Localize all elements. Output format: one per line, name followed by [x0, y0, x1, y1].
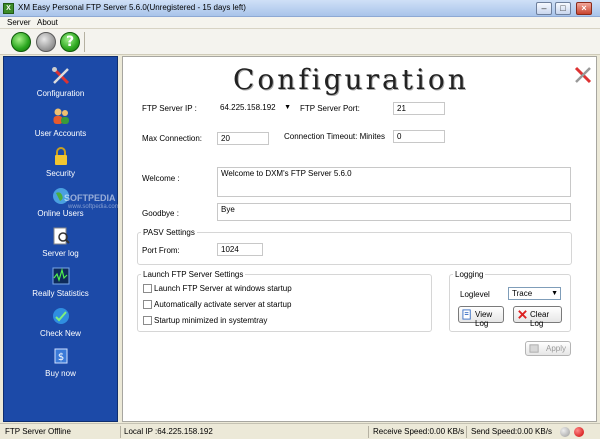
- watermark: SOFTPEDIA: [64, 193, 116, 203]
- sidebar-item-label: User Accounts: [34, 129, 87, 138]
- clear-log-button[interactable]: Clear Log: [513, 306, 562, 328]
- chevron-down-icon: ▼: [551, 290, 558, 297]
- status-bar: FTP Server Offline Local IP :64.225.158.…: [0, 423, 600, 439]
- check-new-icon: [52, 308, 69, 324]
- minimize-button[interactable]: –: [536, 2, 552, 15]
- server-status: FTP Server Offline: [5, 427, 71, 436]
- sidebar-item-label: Check New: [40, 329, 81, 338]
- view-log-button[interactable]: View Log: [458, 306, 504, 328]
- buy-icon: $: [54, 348, 67, 364]
- ftp-ip-value: 64.225.158.192: [220, 103, 276, 112]
- sidebar-item-label: Security: [46, 169, 75, 178]
- start-server-button[interactable]: [11, 32, 31, 52]
- window-title: XM Easy Personal FTP Server 5.6.0(Unregi…: [18, 3, 246, 12]
- sidebar-item-user-accounts[interactable]: User Accounts: [4, 106, 117, 138]
- sidebar-item-label: Online Users: [37, 209, 84, 218]
- chevron-down-icon: ▼: [284, 104, 291, 111]
- sidebar-item-configuration[interactable]: Configuration: [4, 66, 117, 98]
- log-magnifier-icon: [53, 227, 70, 245]
- stop-server-button[interactable]: [36, 32, 56, 52]
- auto-activate-checkbox[interactable]: [143, 300, 152, 309]
- logging-title: Logging: [453, 270, 486, 279]
- goodbye-field[interactable]: Bye: [217, 203, 571, 221]
- start-minimized-label: Startup minimized in systemtray: [154, 316, 268, 325]
- send-speed-status: Send Speed:0.00 KB/s: [471, 427, 552, 436]
- title-bar: X XM Easy Personal FTP Server 5.6.0(Unre…: [0, 0, 600, 17]
- clear-log-label: Clear Log: [530, 310, 550, 328]
- sidebar-item-label: Configuration: [36, 89, 85, 98]
- launch-at-startup-checkbox[interactable]: [143, 284, 152, 293]
- auto-activate-label: Automatically activate server at startup: [154, 300, 292, 309]
- sidebar-item-label: Server log: [42, 249, 79, 258]
- sidebar-item-check-new[interactable]: Check New: [4, 306, 117, 338]
- app-icon: X: [3, 3, 14, 14]
- idle-led-icon: [560, 427, 570, 437]
- welcome-field[interactable]: Welcome to DXM's FTP Server 5.6.0: [217, 167, 571, 197]
- timeout-label: Connection Timeout: Minites: [284, 132, 385, 141]
- sidebar-item-security[interactable]: Security: [4, 146, 117, 178]
- page-title: Configuration: [233, 63, 469, 96]
- menu-server[interactable]: Server: [7, 18, 31, 27]
- port-from-label: Port From:: [142, 246, 180, 255]
- ftp-port-label: FTP Server Port:: [300, 104, 360, 113]
- local-ip-status: Local IP :64.225.158.192: [124, 427, 213, 436]
- goodbye-label: Goodbye :: [142, 209, 179, 218]
- close-button[interactable]: ×: [576, 2, 592, 15]
- loglevel-value: Trace: [512, 289, 533, 298]
- launch-settings-group: Launch FTP Server Settings Launch FTP Se…: [137, 270, 432, 332]
- toolbar-separator: [84, 32, 85, 52]
- clear-log-icon: [518, 310, 527, 319]
- pasv-title: PASV Settings: [141, 228, 197, 237]
- launch-title: Launch FTP Server Settings: [141, 270, 246, 279]
- tools-icon: [574, 66, 592, 84]
- welcome-label: Welcome :: [142, 174, 180, 183]
- logging-group: Logging Loglevel Trace ▼ View Log Clear …: [449, 270, 571, 332]
- tools-icon: [51, 67, 69, 85]
- apply-button[interactable]: Apply: [525, 341, 571, 356]
- maximize-button[interactable]: □: [555, 2, 571, 15]
- timeout-field[interactable]: 0: [393, 130, 445, 143]
- sidebar: Configuration User Accounts Security Onl…: [3, 56, 120, 422]
- loglevel-label: Loglevel: [460, 290, 490, 299]
- offline-led-icon: [574, 427, 584, 437]
- help-button[interactable]: ?: [60, 32, 80, 52]
- loglevel-select[interactable]: Trace ▼: [508, 287, 561, 300]
- ftp-ip-select[interactable]: 64.225.158.192 ▼: [217, 102, 293, 115]
- apply-label: Apply: [546, 344, 567, 353]
- statistics-icon: [52, 267, 69, 285]
- pasv-group: PASV Settings Port From: 1024: [137, 228, 572, 265]
- menu-bar: Server About: [0, 17, 600, 29]
- status-divider: [120, 426, 121, 438]
- sidebar-item-server-log[interactable]: Server log: [4, 226, 117, 258]
- start-minimized-checkbox[interactable]: [143, 316, 152, 325]
- toolbar: ?: [0, 29, 600, 55]
- max-connection-field[interactable]: 20: [217, 132, 269, 145]
- ftp-port-field[interactable]: 21: [393, 102, 445, 115]
- watermark-url: www.softpedia.com: [68, 204, 120, 210]
- sidebar-item-label: Really Statistics: [32, 289, 89, 298]
- lock-icon: [54, 147, 67, 165]
- ftp-ip-label: FTP Server IP :: [142, 104, 197, 113]
- svg-text:$: $: [57, 352, 63, 363]
- sidebar-item-buy-now[interactable]: $ Buy now: [4, 346, 117, 378]
- view-log-icon: [462, 309, 471, 320]
- receive-speed-status: Receive Speed:0.00 KB/s: [373, 427, 465, 436]
- sidebar-item-really-statistics[interactable]: Really Statistics: [4, 266, 117, 298]
- status-divider: [466, 426, 467, 438]
- configuration-panel: Configuration FTP Server IP : 64.225.158…: [122, 56, 597, 422]
- apply-icon: [529, 344, 539, 353]
- port-from-field[interactable]: 1024: [217, 243, 263, 256]
- menu-about[interactable]: About: [37, 18, 58, 27]
- users-icon: [53, 108, 69, 124]
- launch-at-startup-label: Launch FTP Server at windows startup: [154, 284, 292, 293]
- view-log-label: View Log: [475, 310, 493, 328]
- status-divider: [368, 426, 369, 438]
- max-connection-label: Max Connection:: [142, 134, 203, 143]
- sidebar-item-label: Buy now: [45, 369, 76, 378]
